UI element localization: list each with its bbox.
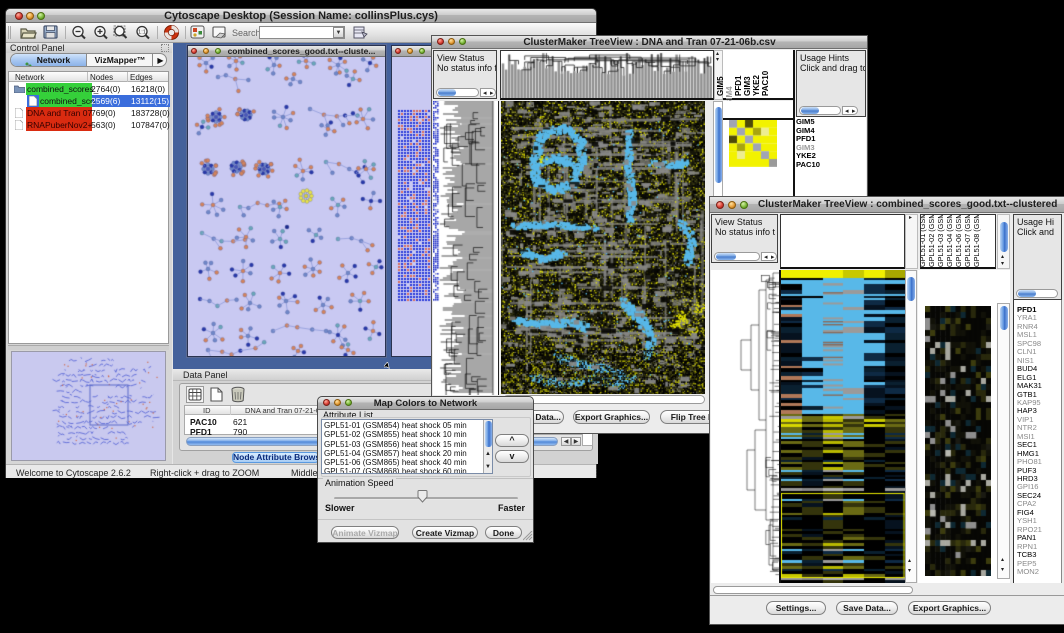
svg-text:1:1: 1:1 <box>138 30 146 36</box>
